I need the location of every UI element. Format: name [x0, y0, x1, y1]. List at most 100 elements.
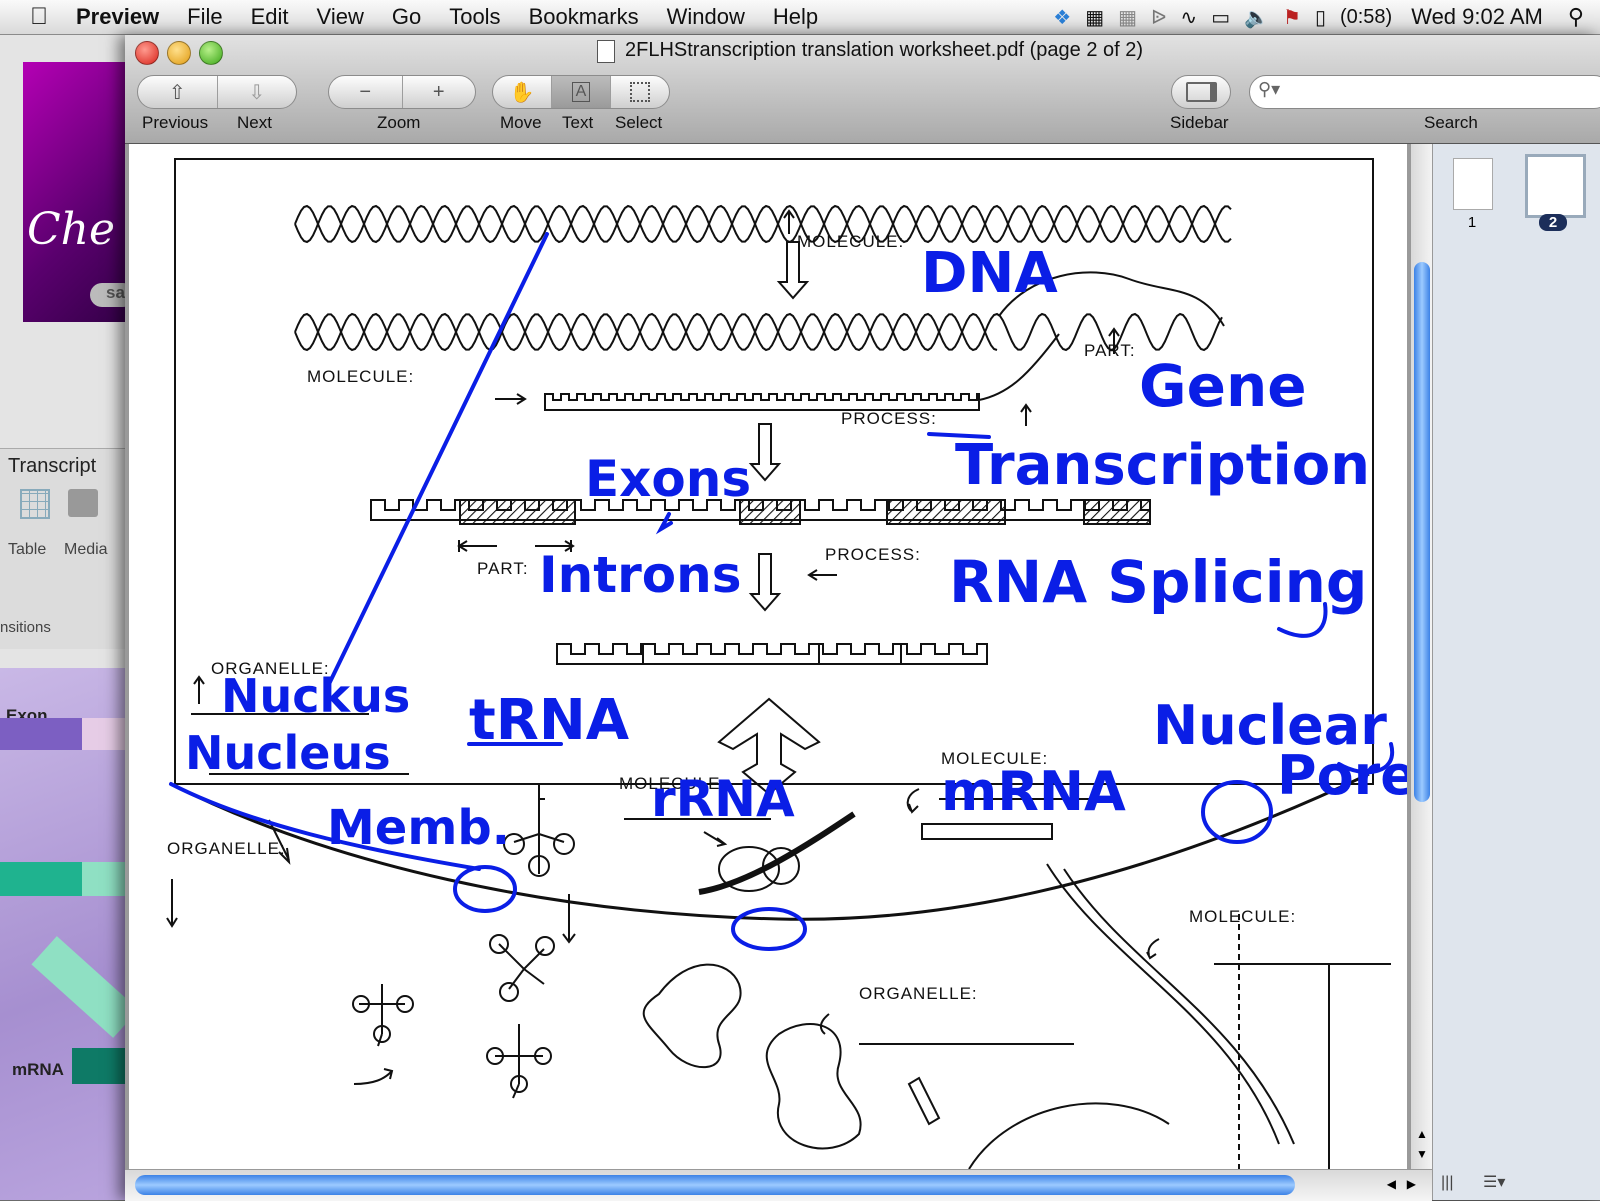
ink-introns: Introns	[539, 546, 741, 604]
media-label: Media	[64, 541, 108, 558]
sidebar-resize-icon[interactable]: |||	[1441, 1174, 1453, 1192]
slide-bar-purple	[0, 718, 82, 750]
ink-pore-circle-3	[1201, 780, 1273, 844]
search-label: Search	[1424, 113, 1478, 132]
table-icon[interactable]	[20, 489, 50, 519]
scroll-right-arrow-icon[interactable]: ▶	[1407, 1177, 1416, 1191]
minus-icon: −	[359, 80, 372, 103]
close-button[interactable]	[135, 41, 159, 65]
minimize-button[interactable]	[167, 41, 191, 65]
zoom-in-button[interactable]: +	[403, 76, 476, 108]
menu-go[interactable]: Go	[378, 4, 435, 30]
volume-icon[interactable]: 🔈	[1237, 5, 1276, 30]
bluetooth-icon[interactable]: ᐉ	[1144, 5, 1173, 30]
vertical-scrollbar[interactable]: ▲ ▼	[1410, 144, 1433, 1169]
label-part-right: PART:	[1084, 341, 1136, 360]
menu-tools[interactable]: Tools	[435, 4, 514, 30]
prev-next-control: ⇧ ⇩	[137, 75, 297, 109]
pdf-file-icon	[597, 40, 615, 63]
page-thumbnail-2[interactable]	[1525, 154, 1586, 218]
menu-app-name[interactable]: Preview	[62, 4, 173, 30]
down-arrow-3	[748, 553, 782, 612]
bottom-arrow	[907, 1076, 941, 1126]
horizontal-scroll-thumb[interactable]	[135, 1175, 1295, 1195]
previous-button[interactable]: ⇧	[138, 76, 218, 108]
clock[interactable]: Wed 9:02 AM	[1399, 4, 1550, 30]
ink-pore-circle-2	[731, 907, 807, 951]
label-part-mid: PART:	[477, 559, 529, 578]
slide-bar-teal	[0, 862, 82, 896]
background-slide: Exon mRNA	[0, 668, 139, 1200]
promo-pill-text: sa	[106, 283, 125, 302]
wifi-icon[interactable]: ∿	[1173, 5, 1204, 30]
ink-rna-splicing: RNA Splicing	[949, 548, 1367, 616]
ink-nucleus: Nucleus	[185, 726, 391, 780]
spotlight-icon[interactable]: ⚲	[1550, 4, 1600, 30]
menu-view[interactable]: View	[303, 4, 378, 30]
scroll-down-arrow-icon[interactable]: ▼	[1416, 1147, 1428, 1161]
dropbox-icon[interactable]: ❖	[1046, 5, 1078, 30]
page-thumbnail-1-label: 1	[1467, 214, 1477, 231]
exon-intron-strand	[370, 499, 1151, 525]
process-pointer-arrow	[495, 393, 527, 405]
organelle-down-arrow	[166, 879, 178, 928]
menu-file[interactable]: File	[173, 4, 236, 30]
select-label: Select	[615, 113, 663, 132]
mrna-exit-strand	[1046, 863, 1280, 1145]
ink-exons: Exons	[585, 450, 751, 508]
menu-help[interactable]: Help	[759, 4, 832, 30]
ink-mrna: mRNA	[941, 760, 1126, 823]
menu-bar:  Preview File Edit View Go Tools Bookma…	[0, 0, 1600, 35]
flag-icon[interactable]: ⚑	[1276, 5, 1308, 30]
sidebar-label: Sidebar	[1170, 113, 1229, 132]
slide-mrna-label: mRNA	[12, 1060, 64, 1079]
search-field[interactable]: ⚲▾	[1249, 75, 1600, 109]
spaces-icon[interactable]: ▦	[1111, 5, 1144, 30]
battery-time[interactable]: (0:58)	[1333, 6, 1399, 29]
menu-window[interactable]: Window	[653, 4, 759, 30]
ink-nuckus: Nuckus	[221, 669, 410, 723]
battery-icon[interactable]: ▯	[1308, 5, 1333, 30]
pdf-page[interactable]: MOLECULE: MOLECULE: PART: PROCESS: PART:…	[129, 144, 1407, 1169]
move-tool-button[interactable]: ✋	[493, 76, 552, 108]
vertical-scroll-thumb[interactable]	[1414, 262, 1430, 802]
next-button[interactable]: ⇩	[218, 76, 297, 108]
text-tool-icon: A	[571, 82, 591, 102]
transitions-label: nsitions	[0, 619, 51, 636]
ink-transcription: Transcription	[955, 433, 1370, 498]
table-label: Table	[8, 541, 47, 558]
page-thumbnail-1[interactable]	[1453, 158, 1493, 210]
label-process-2: PROCESS:	[825, 545, 921, 564]
window-title: 2FLHStranscription translation worksheet…	[625, 39, 1144, 61]
label-molecule-top: MOLECULE:	[797, 232, 904, 251]
zoom-control: − +	[328, 75, 476, 109]
zoom-button[interactable]	[199, 41, 223, 65]
sidebar-view-menu-icon[interactable]: ☰▾	[1483, 1172, 1505, 1192]
menu-bookmarks[interactable]: Bookmarks	[515, 4, 653, 30]
page-thumbnail-2-label: 2	[1539, 214, 1567, 231]
menu-edit[interactable]: Edit	[237, 4, 303, 30]
process-pointer-arrow-2	[807, 569, 837, 581]
text-label: Text	[562, 113, 594, 132]
plus-icon: +	[432, 80, 445, 103]
sidebar-toggle[interactable]	[1171, 75, 1231, 109]
background-keynote-toolbar: Transcript Table Media nsitions	[0, 448, 135, 649]
previous-label: Previous	[142, 113, 209, 132]
select-tool-button[interactable]	[611, 76, 669, 108]
display-icon[interactable]: ▦	[1078, 5, 1111, 30]
label-process-1: PROCESS:	[841, 409, 937, 428]
search-icon: ⚲▾	[1258, 79, 1281, 99]
horizontal-scrollbar[interactable]: ◀ ▶	[125, 1169, 1432, 1201]
ink-pores: Pores	[1277, 744, 1407, 807]
scroll-up-arrow-icon[interactable]: ▲	[1416, 1127, 1428, 1141]
text-tool-button[interactable]: A	[552, 76, 611, 108]
zoom-out-button[interactable]: −	[329, 76, 403, 108]
ink-pore-circle-1	[453, 865, 517, 913]
label-organelle-2: ORGANELLE:	[167, 839, 286, 858]
apple-menu-icon[interactable]: 	[0, 3, 62, 31]
scroll-left-arrow-icon[interactable]: ◀	[1387, 1177, 1396, 1191]
ink-trna: tRNA	[469, 688, 630, 753]
media-icon[interactable]	[68, 489, 98, 517]
document-view[interactable]: MOLECULE: MOLECULE: PART: PROCESS: PART:…	[125, 144, 1410, 1169]
airplay-icon[interactable]: ▭	[1204, 5, 1237, 30]
